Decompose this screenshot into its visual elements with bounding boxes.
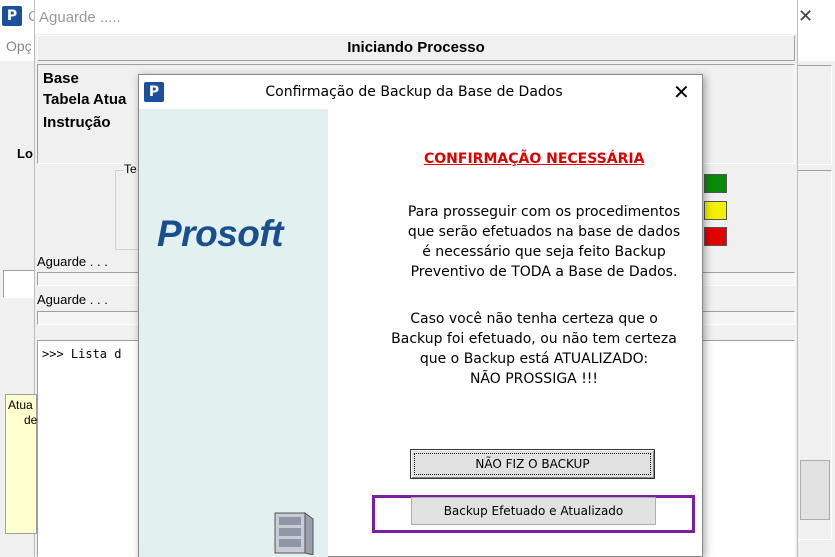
label-instrucao: Instrução [43, 114, 111, 131]
menu-opcoes[interactable]: Opç [6, 38, 32, 54]
label-tabela: Tabela Atua [43, 91, 127, 108]
main-right-panel [797, 65, 832, 165]
dialog-heading: CONFIRMAÇÃO NECESSÁRIA [424, 151, 645, 167]
app-logo-icon: P [2, 6, 22, 26]
server-icon [267, 509, 319, 556]
log-text: >>> Lista d [42, 347, 122, 361]
dialog-title: Confirmação de Backup da Base de Dados [265, 84, 563, 100]
note-panel: Atua de [5, 394, 37, 534]
dialog-side-panel: Prosoft [139, 109, 328, 557]
label-lo: Lo [17, 146, 33, 161]
dialog-close-icon[interactable]: ✕ [673, 80, 690, 105]
dialog-titlebar: P Confirmação de Backup da Base de Dados… [139, 75, 702, 108]
no-backup-button[interactable]: NÃO FIZ O BACKUP [410, 449, 655, 479]
backup-done-button[interactable]: Backup Efetuado e Atualizado [411, 497, 656, 525]
status-aguarde-2: Aguarde . . . [37, 292, 108, 307]
aguarde-titlebar: Aguarde ..... [35, 0, 797, 34]
main-left-field [3, 270, 37, 298]
note-line-2: de [24, 413, 38, 427]
group-box-title: Te [124, 162, 137, 176]
aguarde-header-panel: Iniciando Processo [37, 35, 795, 61]
main-close-icon[interactable]: ✕ [798, 6, 813, 27]
backup-dialog: P Confirmação de Backup da Base de Dados… [138, 74, 703, 557]
status-aguarde-1: Aguarde . . . [37, 254, 108, 269]
note-line-1: Atua [8, 398, 33, 412]
prosoft-logo: Prosoft [157, 213, 284, 254]
aguarde-header-text: Iniciando Processo [347, 39, 485, 56]
dialog-paragraph-1: Para prosseguir com os procedimentos que… [407, 204, 681, 280]
aguarde-title: Aguarde ..... [39, 9, 121, 26]
main-right-button[interactable] [800, 460, 830, 520]
label-base: Base [43, 70, 79, 87]
dialog-paragraph-2: Caso você não tenha certeza que o Backup… [391, 311, 677, 387]
indicator-green [704, 174, 727, 193]
